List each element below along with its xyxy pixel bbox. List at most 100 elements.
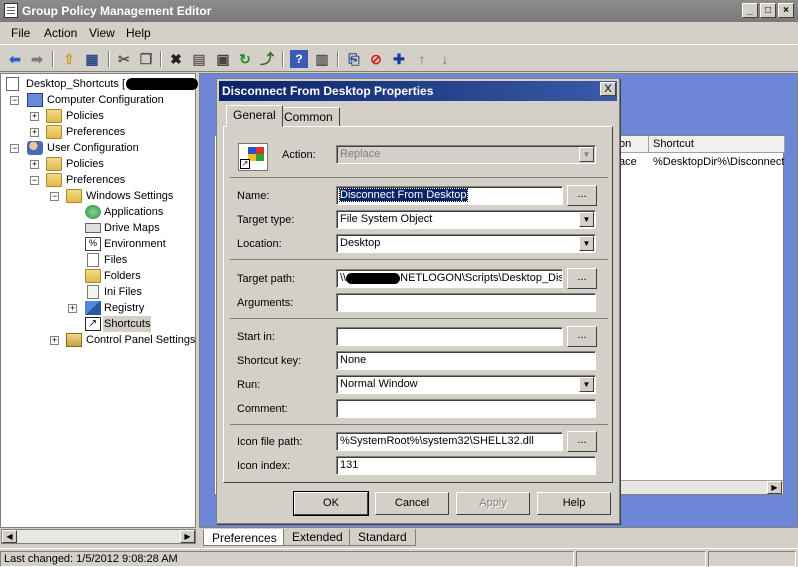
new-item-icon[interactable]: ⎘ <box>345 50 363 68</box>
move-up-icon[interactable]: ↑ <box>413 50 431 68</box>
menu-action[interactable]: Action <box>44 26 77 40</box>
target-path-browse-button[interactable]: ... <box>567 268 597 289</box>
menu-help[interactable]: Help <box>126 26 151 40</box>
ok-button[interactable]: OK <box>293 491 369 516</box>
tree-horizontal-scrollbar[interactable]: ◀ ▶ <box>1 529 196 544</box>
scroll-left-icon[interactable]: ◀ <box>2 530 17 543</box>
expand-icon[interactable]: + <box>30 128 39 137</box>
tab-preferences[interactable]: Preferences <box>203 529 286 546</box>
help-icon[interactable]: ? <box>290 50 308 68</box>
tree-label: Ini Files <box>104 286 142 298</box>
copy-icon[interactable]: ❐ <box>137 50 155 68</box>
status-text: Last changed: 1/5/2012 9:08:28 AM <box>0 551 574 567</box>
status-panel <box>708 551 796 567</box>
folder-icon <box>66 189 82 203</box>
column-header-action[interactable]: on <box>615 136 649 153</box>
tree-label: Control Panel Settings <box>86 334 196 346</box>
tab-extended[interactable]: Extended <box>283 529 352 546</box>
tab-common[interactable]: Common <box>277 107 340 127</box>
icon-index-label: Icon index: <box>237 460 291 472</box>
action-value: Replace <box>340 148 381 160</box>
run-select[interactable]: Normal Window ▼ <box>336 375 596 394</box>
target-path-value: NETLOGON\Scripts\Desktop_Disco <box>400 272 563 284</box>
shortcut-icon: ↗ <box>85 317 101 331</box>
collapse-icon[interactable]: − <box>30 176 39 185</box>
collapse-icon[interactable]: − <box>10 144 19 153</box>
user-icon <box>27 141 43 155</box>
column-header-shortcut[interactable]: Shortcut <box>649 136 785 153</box>
view-tabs: Preferences Extended Standard <box>199 528 798 547</box>
tree-root-label: Desktop_Shortcuts [ <box>26 78 126 90</box>
menu-file[interactable]: File <box>11 26 30 40</box>
target-type-select[interactable]: File System Object ▼ <box>336 210 596 229</box>
expand-icon[interactable]: + <box>68 304 77 313</box>
start-in-browse-button[interactable]: ... <box>567 326 597 347</box>
icon-path-field[interactable]: %SystemRoot%\system32\SHELL32.dll <box>336 432 563 451</box>
list-horizontal-scrollbar[interactable]: ▶ <box>615 480 783 494</box>
dialog-close-button[interactable]: X <box>600 82 616 96</box>
tree-label: Preferences <box>66 126 126 138</box>
menu-view[interactable]: View <box>89 26 115 40</box>
icon-path-browse-button[interactable]: ... <box>567 431 597 452</box>
scroll-right-icon[interactable]: ▶ <box>180 530 195 543</box>
cancel-button[interactable]: Cancel <box>375 492 449 515</box>
show-hide-tree-icon[interactable]: ▦ <box>83 50 101 68</box>
help-button[interactable]: Help <box>537 492 611 515</box>
arguments-field[interactable] <box>336 293 596 312</box>
location-label: Location: <box>237 238 282 250</box>
toolbar-separator <box>337 51 339 67</box>
comment-field[interactable] <box>336 399 596 418</box>
folder-icon <box>85 269 101 283</box>
expand-icon[interactable]: + <box>30 112 39 121</box>
target-type-value: File System Object <box>340 213 433 225</box>
list-cell-action: ace <box>619 156 637 168</box>
add-icon[interactable]: ✚ <box>390 50 408 68</box>
action-pane-icon[interactable]: ▥ <box>313 50 331 68</box>
expand-icon[interactable]: + <box>30 160 39 169</box>
toolbar-separator <box>282 51 284 67</box>
print-icon[interactable]: ▣ <box>214 50 232 68</box>
expand-icon[interactable]: + <box>50 336 59 345</box>
target-path-field[interactable]: \\ NETLOGON\Scripts\Desktop_Disco <box>336 269 563 288</box>
name-field[interactable]: Disconnect From Desktop <box>336 186 563 205</box>
cut-icon[interactable]: ✂ <box>115 50 133 68</box>
refresh-icon[interactable]: ↻ <box>236 50 254 68</box>
collapse-icon[interactable]: − <box>50 192 59 201</box>
start-in-field[interactable] <box>336 327 563 346</box>
dropdown-arrow-icon[interactable]: ▼ <box>579 377 594 392</box>
export-list-icon[interactable]: ⤴ <box>258 50 276 68</box>
dialog-title: Disconnect From Desktop Properties <box>219 81 617 101</box>
minimize-button[interactable]: _ <box>742 3 758 18</box>
list-cell-shortcut: %DesktopDir%\Disconnect <box>653 156 785 168</box>
dropdown-arrow-icon: ▼ <box>579 147 594 162</box>
apply-button[interactable]: Apply <box>456 492 530 515</box>
icon-index-field[interactable]: 131 <box>336 456 596 475</box>
tab-standard[interactable]: Standard <box>349 529 416 546</box>
file-icon <box>87 253 99 267</box>
folder-icon <box>46 125 62 139</box>
up-folder-icon[interactable]: ⇧ <box>60 50 78 68</box>
properties-icon[interactable]: ▤ <box>190 50 208 68</box>
tree-label: Policies <box>66 110 104 122</box>
name-browse-button[interactable]: ... <box>567 185 597 206</box>
maximize-button[interactable]: □ <box>760 3 776 18</box>
action-select[interactable]: Replace ▼ <box>336 145 596 164</box>
collapse-icon[interactable]: − <box>10 96 19 105</box>
forward-icon[interactable]: ➡ <box>28 50 46 68</box>
location-select[interactable]: Desktop ▼ <box>336 234 596 253</box>
computer-icon <box>27 93 43 107</box>
move-down-icon[interactable]: ↓ <box>436 50 454 68</box>
dropdown-arrow-icon[interactable]: ▼ <box>579 236 594 251</box>
shortcut-key-field[interactable]: None <box>336 351 596 370</box>
scroll-right-icon[interactable]: ▶ <box>767 481 782 494</box>
title-bar: Group Policy Management Editor _ □ × <box>0 0 798 22</box>
stop-icon[interactable]: ⊘ <box>367 50 385 68</box>
tree-label: Computer Configuration <box>47 94 164 106</box>
delete-icon[interactable]: ✖ <box>167 50 185 68</box>
tab-general[interactable]: General <box>226 105 283 127</box>
drive-icon <box>85 223 101 233</box>
back-icon[interactable]: ⬅ <box>6 50 24 68</box>
redacted-mark <box>346 272 401 284</box>
close-button[interactable]: × <box>778 3 794 18</box>
dropdown-arrow-icon[interactable]: ▼ <box>579 212 594 227</box>
